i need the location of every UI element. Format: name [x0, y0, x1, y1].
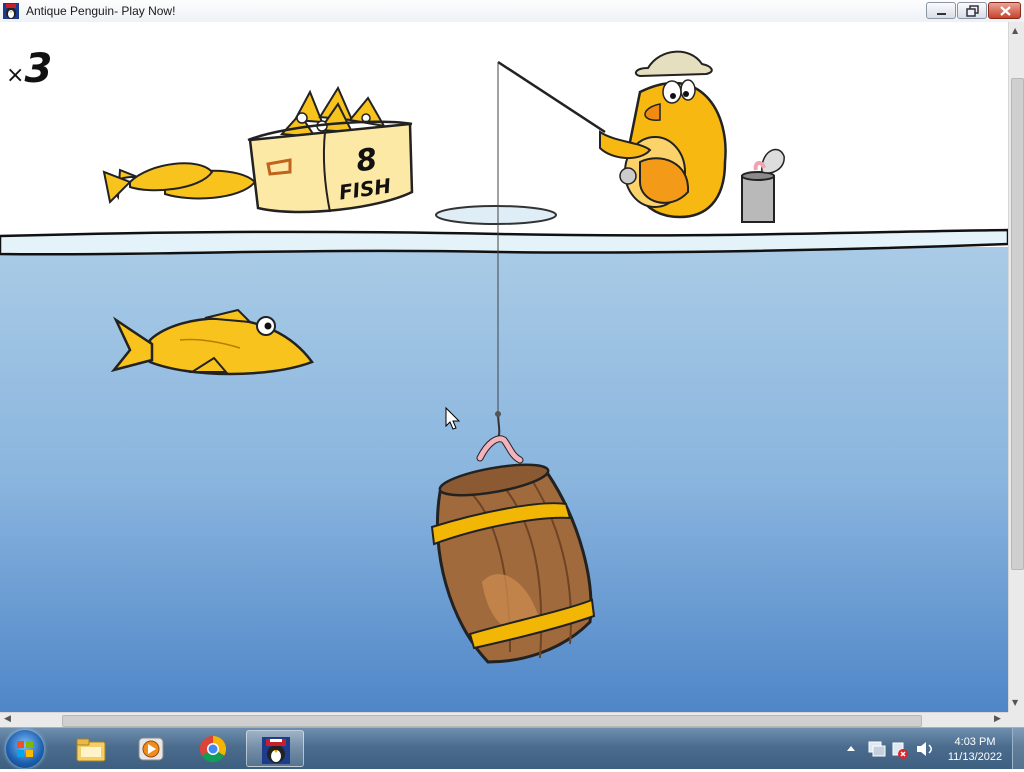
start-button[interactable] [6, 730, 44, 768]
ice-fishing-hole [435, 205, 557, 225]
media-player-icon [138, 737, 164, 761]
scroll-right-icon[interactable]: ▶ [994, 714, 1001, 724]
taskbar-clock[interactable]: 4:03 PM 11/13/2022 [939, 735, 1011, 765]
taskbar-media-player[interactable] [122, 730, 180, 767]
network-error-icon[interactable] [892, 742, 908, 759]
game-canvas[interactable]: 8 FISH ×3 [0, 22, 1008, 712]
penguin-app-taskbar-icon [262, 737, 290, 764]
lives-prefix: × [6, 63, 25, 88]
penguin-app-icon [3, 3, 19, 19]
close-button[interactable] [988, 2, 1021, 19]
show-hidden-icons-icon[interactable] [847, 746, 855, 751]
window-title: Antique Penguin- Play Now! [26, 4, 176, 18]
restore-icon [966, 5, 979, 17]
show-desktop-button[interactable] [1012, 728, 1024, 769]
taskbar-chrome[interactable] [184, 730, 242, 767]
close-icon [1000, 6, 1011, 16]
clock-time: 4:03 PM [954, 736, 996, 748]
scroll-left-icon[interactable]: ◀ [4, 714, 11, 724]
taskbar-antique-penguin[interactable] [246, 730, 304, 767]
system-tray: 4:03 PM 11/13/2022 [845, 728, 1015, 769]
vertical-scroll-thumb[interactable] [1011, 78, 1024, 570]
scroll-down-icon[interactable]: ▼ [1012, 698, 1018, 707]
window-titlebar[interactable]: Antique Penguin- Play Now! [0, 0, 1024, 23]
minimize-icon [937, 13, 946, 15]
restore-button[interactable] [957, 2, 987, 19]
horizontal-scrollbar[interactable]: ◀ ▶ [0, 712, 1008, 727]
scrollbar-corner [1008, 712, 1024, 727]
taskbar-file-explorer[interactable] [62, 730, 120, 767]
chrome-icon [199, 735, 227, 763]
horizontal-scroll-thumb[interactable] [62, 715, 922, 727]
clock-date: 11/13/2022 [947, 751, 1003, 763]
lives-counter: ×3 [6, 46, 52, 92]
action-center-icon[interactable] [868, 741, 886, 757]
windows-logo-icon [17, 741, 33, 757]
volume-icon[interactable] [917, 742, 932, 756]
folder-icon [76, 738, 106, 762]
minimize-button[interactable] [926, 2, 956, 19]
taskbar: 4:03 PM 11/13/2022 [0, 727, 1024, 769]
scroll-up-icon[interactable]: ▲ [1012, 26, 1018, 35]
vertical-scrollbar[interactable]: ▲ ▼ [1008, 22, 1024, 712]
lives-count: 3 [24, 46, 53, 92]
